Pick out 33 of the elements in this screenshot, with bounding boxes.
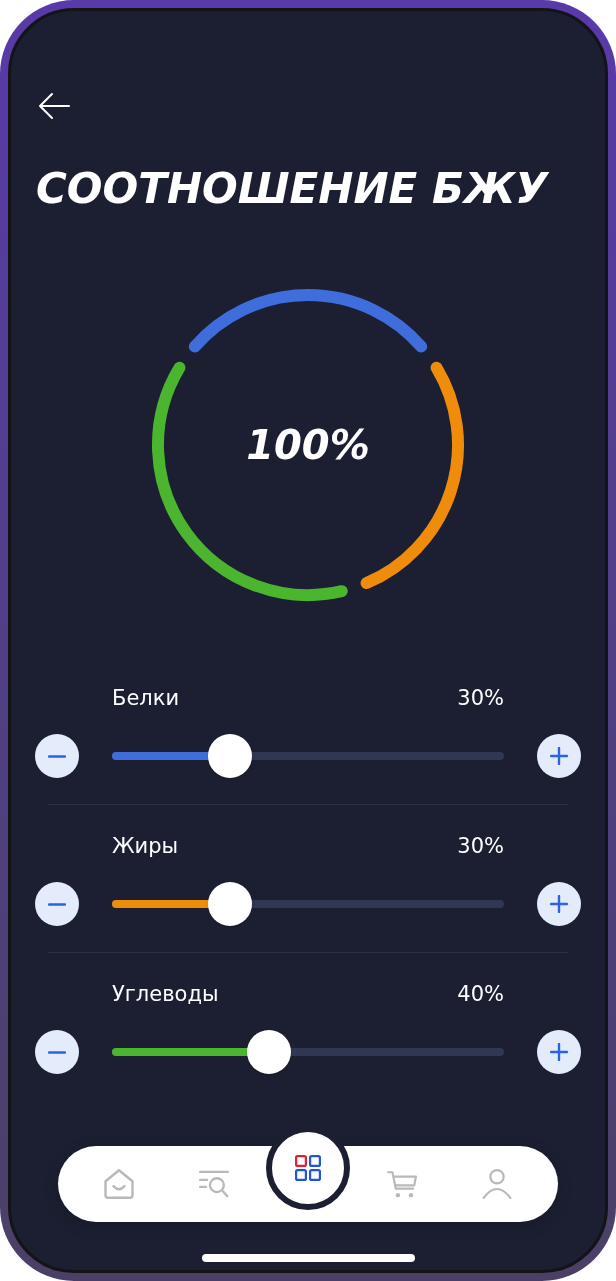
- cart-icon: [387, 1169, 418, 1199]
- macro-percent: 40%: [457, 982, 504, 1006]
- total-percent: 100%: [246, 423, 370, 467]
- macro-percent: 30%: [457, 834, 504, 858]
- minus-icon: [48, 754, 66, 758]
- slider-track[interactable]: [112, 734, 504, 778]
- minus-icon: [48, 902, 66, 906]
- slider-thumb[interactable]: [207, 734, 252, 778]
- back-arrow-icon: [38, 92, 70, 120]
- minus-icon: [48, 1050, 66, 1054]
- plus-icon: [550, 895, 568, 913]
- increase-button[interactable]: [537, 734, 581, 778]
- slider-thumb[interactable]: [207, 882, 252, 926]
- home-icon: [104, 1169, 135, 1199]
- macro-name: Белки: [112, 686, 180, 710]
- user-icon: [481, 1169, 512, 1199]
- grid-icon: [295, 1155, 321, 1181]
- slider-thumb[interactable]: [246, 1030, 291, 1074]
- decrease-button[interactable]: [35, 734, 79, 778]
- increase-button[interactable]: [537, 882, 581, 926]
- macro-name: Жиры: [112, 834, 179, 858]
- macro-percent: 30%: [457, 686, 504, 710]
- back-button[interactable]: [38, 90, 70, 122]
- decrease-button[interactable]: [35, 1030, 79, 1074]
- plus-icon: [550, 1043, 568, 1061]
- list-search-icon: [198, 1170, 229, 1198]
- page-title: СООТНОШЕНИЕ БЖУ: [36, 167, 548, 210]
- increase-button[interactable]: [537, 1030, 581, 1074]
- decrease-button[interactable]: [35, 882, 79, 926]
- macro-name: Углеводы: [112, 982, 219, 1006]
- slider-track[interactable]: [112, 1030, 504, 1074]
- slider-track[interactable]: [112, 882, 504, 926]
- plus-icon: [550, 747, 568, 765]
